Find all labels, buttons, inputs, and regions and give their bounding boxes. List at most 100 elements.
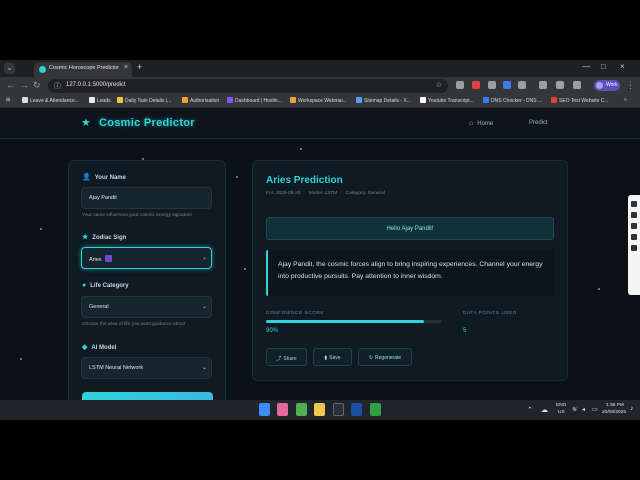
- extension-icon[interactable]: [456, 81, 464, 89]
- downloads-icon[interactable]: [539, 81, 547, 89]
- language-indicator[interactable]: ENG: [556, 403, 566, 408]
- tab-close-icon[interactable]: ×: [124, 64, 128, 71]
- bookmark-label: Leave & Attendance...: [30, 98, 79, 104]
- reload-icon[interactable]: ↻: [33, 80, 41, 91]
- screen-recorder-toolbar: [628, 195, 640, 295]
- bookmark-item[interactable]: Leads: [89, 97, 111, 104]
- battery-icon[interactable]: ▭: [592, 406, 598, 413]
- pen-icon[interactable]: [631, 201, 637, 207]
- cloud-icon[interactable]: ☁: [541, 406, 548, 414]
- back-icon[interactable]: ←: [6, 80, 15, 90]
- name-help-text: Your name influences your cosmic energy …: [82, 213, 192, 218]
- model-select[interactable]: LSTM Neural Network ⌄: [81, 357, 212, 379]
- print-icon[interactable]: [556, 81, 564, 89]
- camera-icon[interactable]: [631, 212, 637, 218]
- volume-icon[interactable]: ◂: [582, 406, 585, 413]
- save-button[interactable]: ▮ Save: [313, 348, 352, 366]
- tray-chevron-icon[interactable]: ⌃: [527, 406, 533, 414]
- video-icon[interactable]: [631, 223, 637, 229]
- minimize-button[interactable]: —: [582, 62, 590, 71]
- file-explorer-icon[interactable]: [314, 403, 325, 416]
- extensions-puzzle-icon[interactable]: [518, 81, 526, 89]
- share-label: Share: [283, 356, 297, 362]
- maximize-button[interactable]: □: [601, 62, 606, 71]
- terminal-icon[interactable]: [333, 403, 344, 416]
- prediction-text: Ajay Pandit, the cosmic forces align to …: [266, 250, 554, 296]
- tab-cosmic-horoscope[interactable]: Cosmic Horoscope Predictor ×: [34, 62, 132, 77]
- bookmark-item[interactable]: Youtube Transcript...: [420, 97, 474, 104]
- confidence-bar-fill: [266, 320, 425, 323]
- chevron-down-icon: ⌄: [201, 255, 207, 261]
- side-panel-icon[interactable]: [573, 81, 581, 89]
- name-input[interactable]: Ajay Pandit: [81, 187, 212, 209]
- url-text: 127.0.0.1:5000/predict: [66, 82, 126, 88]
- result-title: Aries Prediction: [266, 175, 343, 186]
- regenerate-button[interactable]: ↻ Regenerate: [358, 348, 412, 366]
- settings-icon[interactable]: [631, 245, 637, 251]
- wifi-icon[interactable]: ≋: [572, 406, 577, 413]
- bookmark-item[interactable]: SEO Test Website C...: [551, 97, 609, 104]
- start-icon[interactable]: [259, 403, 270, 416]
- zodiac-select[interactable]: Aries ⌄: [81, 247, 212, 269]
- bookmark-label: Sitemap Details - X...: [364, 98, 411, 104]
- predict-submit-button[interactable]: [82, 392, 213, 400]
- brand-logo[interactable]: Cosmic Predictor: [99, 117, 195, 129]
- extension-icon[interactable]: [503, 81, 511, 89]
- result-category: Category: General: [345, 191, 385, 196]
- window-icon[interactable]: [631, 234, 637, 240]
- notification-bell-icon[interactable]: ♪: [630, 405, 634, 412]
- screen: ⌄ Cosmic Horoscope Predictor × + — □ × ←…: [0, 0, 640, 480]
- star-decoration: [598, 288, 600, 290]
- home-icon: ⌂: [469, 120, 474, 127]
- bookmarks-bar: ⊞ Leave & Attendance... Leads Daily Task…: [0, 95, 640, 108]
- tab-search-icon[interactable]: ⌄: [4, 63, 15, 74]
- app-icon[interactable]: [370, 403, 381, 416]
- browser-menu-icon[interactable]: ⋮: [626, 80, 635, 91]
- bookmark-label: DNS Checker - DNS ...: [491, 98, 543, 104]
- bookmark-item[interactable]: Workspace Webmai...: [290, 97, 347, 104]
- copilot-icon[interactable]: [277, 403, 288, 416]
- prediction-form: 👤 Your Name Ajay Pandit Your name influen…: [68, 160, 226, 400]
- star-decoration: [20, 358, 22, 360]
- confidence-bar: [266, 320, 442, 323]
- more-bookmarks-icon[interactable]: »: [624, 97, 627, 103]
- bookmark-item[interactable]: Sitemap Details - X...: [356, 97, 411, 104]
- star-decoration: [244, 268, 246, 270]
- forward-icon[interactable]: →: [20, 80, 29, 90]
- result-model: Model: LSTM: [308, 191, 338, 196]
- share-button[interactable]: ⤴ Share: [266, 348, 307, 366]
- apps-icon[interactable]: ⊞: [6, 97, 10, 103]
- site-info-icon[interactable]: ⓘ: [54, 81, 61, 91]
- robot-icon: ◆: [82, 344, 88, 351]
- chevron-down-icon: ⌄: [201, 304, 207, 310]
- nav-home-link[interactable]: ⌂ Home: [469, 120, 493, 127]
- clock-date[interactable]: 20/08/2025: [602, 410, 626, 415]
- bookmark-item[interactable]: Daily Task Details |...: [117, 97, 171, 104]
- bookmark-star-icon[interactable]: ☆: [436, 81, 442, 89]
- url-input[interactable]: ⓘ 127.0.0.1:5000/predict ☆: [48, 79, 448, 93]
- chevron-down-icon: ⌄: [201, 365, 207, 371]
- new-tab-button[interactable]: +: [137, 62, 142, 72]
- chrome-icon[interactable]: [296, 403, 307, 416]
- nav-predict-link[interactable]: Predict: [529, 120, 548, 126]
- result-meta: For: 2025-08-20 Model: LSTM Category: Ge…: [266, 191, 392, 196]
- bookmark-item[interactable]: Authorization: [182, 97, 219, 104]
- bookmark-item[interactable]: Dashboard | Hostin...: [227, 97, 282, 104]
- tag-icon: ●: [82, 282, 87, 289]
- bookmark-label: Leads: [97, 98, 111, 104]
- vscode-icon[interactable]: [351, 403, 362, 416]
- clock-time[interactable]: 1:38 PM: [606, 403, 624, 408]
- close-window-button[interactable]: ×: [620, 62, 625, 71]
- model-label: ◆ AI Model: [82, 343, 116, 351]
- extension-icon[interactable]: [488, 81, 496, 89]
- bookmark-item[interactable]: DNS Checker - DNS ...: [483, 97, 542, 104]
- category-select[interactable]: General ⌄: [81, 296, 212, 318]
- model-select-value: LSTM Neural Network: [89, 365, 144, 371]
- greeting-banner: Hello Ajay Pandit!: [266, 217, 554, 240]
- tab-title: Cosmic Horoscope Predictor: [49, 65, 119, 71]
- profile-button[interactable]: Work: [594, 80, 620, 91]
- address-bar-row: ← → ↻ ⓘ 127.0.0.1:5000/predict ☆ Work ⋮: [0, 77, 640, 95]
- star-decoration: [236, 176, 238, 178]
- bookmark-item[interactable]: Leave & Attendance...: [22, 97, 79, 104]
- extension-icon[interactable]: [472, 81, 480, 89]
